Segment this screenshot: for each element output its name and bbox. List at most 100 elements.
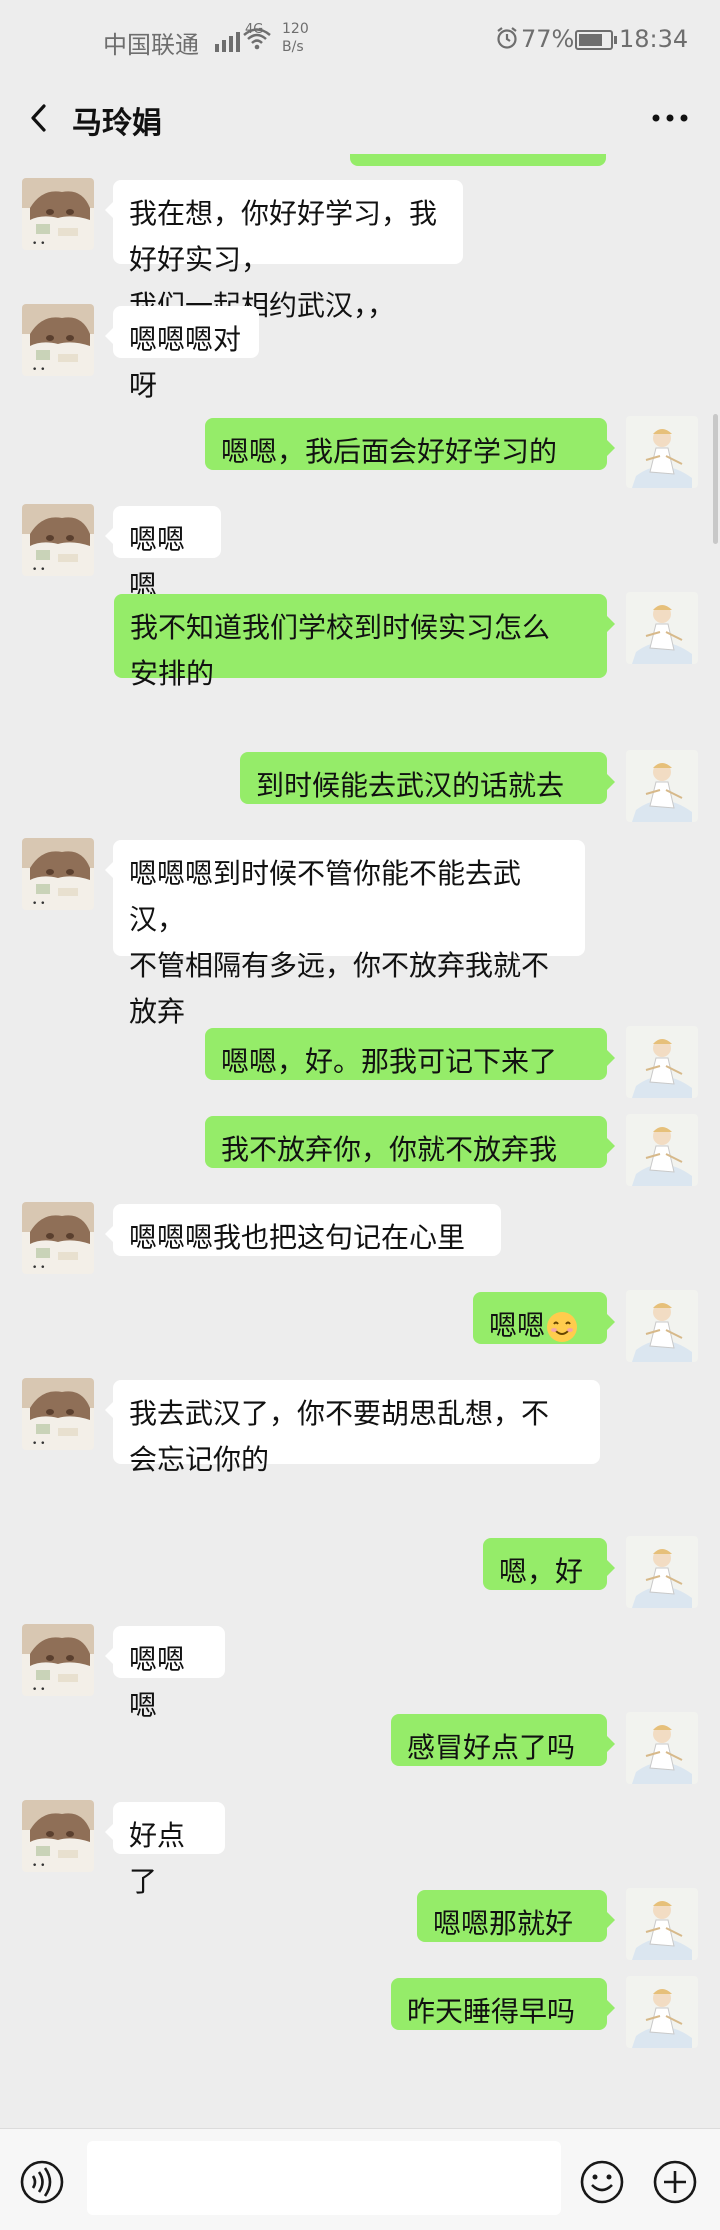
contact-avatar[interactable]: • • <box>22 838 94 910</box>
incoming-message: • • 嗯嗯嗯到时候不管你能不能去武汉， 不管相隔有多远，你不放弃我就不 放弃 <box>0 838 720 1028</box>
message-text: 到时候能去武汉的话就去 <box>256 769 565 802</box>
scrollbar[interactable] <box>713 414 718 544</box>
message-text: 嗯嗯，好。那我可记下来了 <box>221 1045 558 1078</box>
message-text: 嗯嗯，我后面会好好学习的 <box>221 435 558 468</box>
incoming-message: • • 嗯嗯嗯对呀 <box>0 304 720 402</box>
message-text: 嗯嗯 <box>489 1309 546 1342</box>
incoming-message: • • 我去武汉了，你不要胡思乱想，不 会忘记你的 <box>0 1378 720 1476</box>
outgoing-message: 昨天睡得早吗 <box>0 1976 720 2048</box>
message-text: 嗯嗯嗯 <box>129 1643 186 1722</box>
message-text: 嗯嗯嗯 <box>129 523 186 602</box>
my-avatar[interactable] <box>626 416 698 488</box>
message-bubble[interactable]: 昨天睡得早吗 <box>391 1978 615 2030</box>
clock: 18:34 <box>619 25 689 53</box>
outgoing-message: 嗯嗯，好。那我可记下来了 <box>0 1026 720 1098</box>
message-text: 嗯嗯嗯对呀 <box>129 323 242 402</box>
svg-text:• •: • • <box>32 565 45 575</box>
svg-text:• •: • • <box>32 1861 45 1871</box>
wifi-icon <box>243 28 271 50</box>
outgoing-message: 感冒好点了吗 <box>0 1712 720 1784</box>
contact-avatar[interactable]: • • <box>22 1800 94 1872</box>
my-avatar[interactable] <box>626 1290 698 1362</box>
my-avatar[interactable] <box>626 1536 698 1608</box>
message-text: 我不知道我们学校到时候实习怎么 安排的 <box>130 611 551 690</box>
chat-header: 马玲娟 <box>0 82 720 154</box>
more-options-icon[interactable] <box>648 102 692 134</box>
message-bubble[interactable]: 我去武汉了，你不要胡思乱想，不 会忘记你的 <box>105 1380 600 1476</box>
voice-icon[interactable] <box>19 2159 65 2205</box>
my-avatar[interactable] <box>626 1712 698 1784</box>
message-bubble[interactable]: 我不知道我们学校到时候实习怎么 安排的 <box>114 594 615 690</box>
message-text: 昨天睡得早吗 <box>407 1995 576 2028</box>
message-bubble[interactable]: 好点了 <box>105 1802 225 1898</box>
my-avatar[interactable] <box>626 1888 698 1960</box>
outgoing-message: 嗯嗯那就好 <box>0 1888 720 1960</box>
message-text: 好点了 <box>129 1819 186 1898</box>
svg-text:• •: • • <box>32 899 45 909</box>
message-bubble[interactable]: 嗯嗯，我后面会好好学习的 <box>205 418 615 470</box>
message-text: 嗯嗯那就好 <box>433 1907 574 1940</box>
message-bubble[interactable]: 嗯嗯嗯到时候不管你能不能去武汉， 不管相隔有多远，你不放弃我就不 放弃 <box>105 840 585 1028</box>
message-bubble[interactable]: 嗯嗯，好。那我可记下来了 <box>205 1028 615 1080</box>
outgoing-message: 我不放弃你，你就不放弃我 <box>0 1114 720 1186</box>
chat-title: 马玲娟 <box>72 106 162 141</box>
incoming-message: • • 我在想，你好好学习，我好好实习， 我们一起相约武汉，， <box>0 178 720 322</box>
message-bubble[interactable]: 嗯嗯那就好 <box>417 1890 615 1942</box>
message-text: 我在想，你好好学习，我好好实习， 我们一起相约武汉，， <box>129 197 438 322</box>
battery-icon <box>575 30 617 50</box>
partial-message-bubble <box>350 154 606 166</box>
contact-avatar[interactable]: • • <box>22 1378 94 1450</box>
network-speed: 120 B/s <box>282 20 309 56</box>
battery-percent: 77% <box>521 25 575 53</box>
incoming-message: • • 嗯嗯嗯我也把这句记在心里 <box>0 1202 720 1274</box>
message-text: 嗯嗯嗯到时候不管你能不能去武汉， 不管相隔有多远，你不放弃我就不 放弃 <box>129 857 550 1028</box>
message-bubble[interactable]: 嗯嗯嗯 <box>105 1626 225 1722</box>
contact-avatar[interactable]: • • <box>22 1624 94 1696</box>
message-text: 感冒好点了吗 <box>407 1731 576 1764</box>
plus-icon[interactable] <box>652 2159 698 2205</box>
outgoing-message: 嗯嗯 <box>0 1290 720 1362</box>
outgoing-message: 到时候能去武汉的话就去 <box>0 750 720 822</box>
message-list[interactable]: • • 我在想，你好好学习，我好好实习， 我们一起相约武汉，， • • 嗯嗯嗯对呀嗯嗯… <box>0 154 720 2128</box>
contact-avatar[interactable]: • • <box>22 178 94 250</box>
message-text: 嗯，好 <box>499 1555 584 1588</box>
message-bubble[interactable]: 嗯嗯嗯对呀 <box>105 306 259 402</box>
incoming-message: • • 嗯嗯嗯 <box>0 504 720 602</box>
svg-text:• •: • • <box>32 1685 45 1695</box>
input-bar <box>0 2128 720 2230</box>
signal-icon <box>215 28 240 52</box>
contact-avatar[interactable]: • • <box>22 1202 94 1274</box>
svg-text:• •: • • <box>32 365 45 375</box>
message-bubble[interactable]: 我在想，你好好学习，我好好实习， 我们一起相约武汉，， <box>105 180 463 322</box>
status-bar: 中国联通 4G 120 B/s 77% 18:34 <box>0 0 720 82</box>
incoming-message: • • 嗯嗯嗯 <box>0 1624 720 1722</box>
smile-emoji <box>547 1312 578 1342</box>
outgoing-message: 嗯，好 <box>0 1536 720 1608</box>
message-bubble[interactable]: 感冒好点了吗 <box>391 1714 615 1766</box>
my-avatar[interactable] <box>626 1114 698 1186</box>
my-avatar[interactable] <box>626 1026 698 1098</box>
carrier-label: 中国联通 <box>103 31 199 59</box>
alarm-icon <box>497 27 517 49</box>
outgoing-message: 嗯嗯，我后面会好好学习的 <box>0 416 720 488</box>
message-bubble[interactable]: 嗯嗯嗯 <box>105 506 221 602</box>
back-arrow-icon[interactable] <box>20 96 60 140</box>
outgoing-message: 我不知道我们学校到时候实习怎么 安排的 <box>0 592 720 690</box>
emoji-icon[interactable] <box>579 2159 625 2205</box>
incoming-message: • • 好点了 <box>0 1800 720 1898</box>
my-avatar[interactable] <box>626 750 698 822</box>
contact-avatar[interactable]: • • <box>22 304 94 376</box>
message-bubble[interactable]: 嗯嗯 <box>473 1292 615 1344</box>
my-avatar[interactable] <box>626 1976 698 2048</box>
message-input[interactable] <box>87 2141 561 2215</box>
message-bubble[interactable]: 嗯，好 <box>483 1538 615 1590</box>
my-avatar[interactable] <box>626 592 698 664</box>
contact-avatar[interactable]: • • <box>22 504 94 576</box>
svg-text:• •: • • <box>32 239 45 249</box>
message-text: 嗯嗯嗯我也把这句记在心里 <box>129 1221 466 1254</box>
svg-text:• •: • • <box>32 1439 45 1449</box>
message-bubble[interactable]: 我不放弃你，你就不放弃我 <box>205 1116 615 1168</box>
svg-text:• •: • • <box>32 1263 45 1273</box>
message-bubble[interactable]: 嗯嗯嗯我也把这句记在心里 <box>105 1204 501 1256</box>
message-bubble[interactable]: 到时候能去武汉的话就去 <box>240 752 615 804</box>
